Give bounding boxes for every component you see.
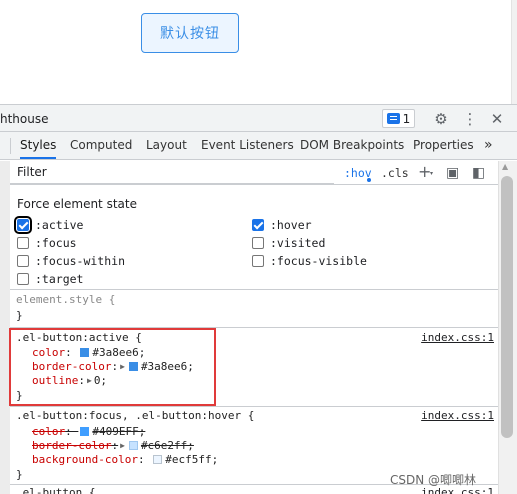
tab-properties[interactable]: Properties xyxy=(413,132,474,159)
paint-brush-icon[interactable]: ▣ xyxy=(446,165,459,181)
toggle-sidebar-icon[interactable]: ◧ xyxy=(472,165,485,181)
rule-close-brace: } xyxy=(16,468,23,481)
tab-separator xyxy=(10,138,11,154)
checkbox-focus-visible[interactable] xyxy=(252,255,264,267)
checkbox-focus[interactable] xyxy=(17,237,29,249)
state-label: :target xyxy=(35,272,84,286)
state-focus-visible[interactable]: :focus-visible xyxy=(252,253,367,269)
tabs-overflow-chevron-icon[interactable]: » xyxy=(484,132,493,159)
property-value: #ecf5ff; xyxy=(165,453,219,466)
color-swatch[interactable] xyxy=(80,427,90,436)
checkbox-focus-within[interactable] xyxy=(17,255,29,267)
issues-chat-icon xyxy=(386,113,400,124)
devtools-topbar: hthouse 1 ⚙ ⋮ ✕ xyxy=(0,104,517,132)
force-element-state-panel: Force element state :active :hover :focu… xyxy=(10,186,498,290)
property-name: color xyxy=(32,425,66,438)
property-value: #c6e2ff; xyxy=(140,439,194,452)
rule-selector[interactable]: element.style { xyxy=(16,293,115,307)
devtools-subtabs: Styles Computed Layout Event Listeners D… xyxy=(0,132,517,160)
gear-icon[interactable]: ⚙ xyxy=(433,111,449,127)
rule-close-brace: } xyxy=(16,309,23,322)
lighthouse-tab-label[interactable]: hthouse xyxy=(0,112,49,126)
checkbox-target[interactable] xyxy=(17,273,29,285)
checkbox-visited[interactable] xyxy=(252,237,264,249)
styles-toolbar: :hov .cls + ▾ ▣ ◧ xyxy=(10,161,498,185)
property-name: border-color xyxy=(32,439,112,452)
annotation-highlight-box xyxy=(9,328,216,406)
declaration-background-color[interactable]: background-color: #ecf5ff; xyxy=(32,453,218,467)
declaration-border-color-overridden[interactable]: border-color: ▶ #c6e2ff; xyxy=(32,439,194,453)
rule-selector[interactable]: .el-button { xyxy=(16,486,95,494)
color-swatch[interactable] xyxy=(153,455,163,464)
state-label: :active xyxy=(35,218,84,232)
state-hover[interactable]: :hover xyxy=(252,217,312,233)
rule-element-style: element.style { } xyxy=(10,291,498,327)
issues-button[interactable]: 1 xyxy=(382,109,415,128)
close-icon[interactable]: ✕ xyxy=(489,111,505,127)
state-label: :focus-visible xyxy=(270,254,367,268)
checkbox-hover[interactable] xyxy=(252,219,264,231)
property-value: #409EFF; xyxy=(92,425,146,438)
scroll-up-arrow-icon[interactable]: ▲ xyxy=(502,162,508,171)
state-label: :focus-within xyxy=(35,254,126,268)
styles-scrollbar-thumb[interactable] xyxy=(501,176,513,438)
rule-source-link[interactable]: index.css:1 xyxy=(421,409,494,423)
filter-input[interactable] xyxy=(10,161,334,184)
color-swatch[interactable] xyxy=(128,441,138,450)
declaration-color-overridden[interactable]: color: #409EFF; xyxy=(32,425,145,439)
state-visited[interactable]: :visited xyxy=(252,235,325,251)
state-focus-within[interactable]: :focus-within xyxy=(17,253,125,269)
force-state-title: Force element state xyxy=(17,197,137,211)
tab-computed[interactable]: Computed xyxy=(70,132,132,159)
inspected-page: 默认按钮 xyxy=(0,0,517,104)
state-target[interactable]: :target xyxy=(17,271,83,287)
csdn-watermark: CSDN @唧唧林 xyxy=(390,473,477,487)
rule-selector[interactable]: .el-button:focus, .el-button:hover { xyxy=(16,409,254,423)
page-scrollbar[interactable] xyxy=(511,0,517,104)
tab-layout[interactable]: Layout xyxy=(146,132,187,159)
tab-styles[interactable]: Styles xyxy=(20,132,57,159)
property-name: background-color xyxy=(32,453,138,466)
checkbox-active[interactable] xyxy=(14,216,32,234)
expand-triangle-icon[interactable]: ▶ xyxy=(120,439,125,453)
cls-toggle[interactable]: .cls xyxy=(381,166,409,180)
issues-count: 1 xyxy=(402,111,411,126)
default-button[interactable]: 默认按钮 xyxy=(141,13,239,53)
state-label: :visited xyxy=(270,236,326,250)
add-rule-dropdown-icon[interactable]: ▾ xyxy=(430,170,433,177)
state-active[interactable]: :active xyxy=(14,216,84,234)
tab-dom-breakpoints[interactable]: DOM Breakpoints xyxy=(300,132,404,159)
state-label: :hover xyxy=(270,218,312,232)
state-label: :focus xyxy=(35,236,77,250)
state-focus[interactable]: :focus xyxy=(17,235,77,251)
hov-active-dot xyxy=(367,178,371,182)
more-vert-icon[interactable]: ⋮ xyxy=(462,111,478,127)
tab-event-listeners[interactable]: Event Listeners xyxy=(201,132,294,159)
rule-source-link[interactable]: index.css:1 xyxy=(421,331,494,345)
